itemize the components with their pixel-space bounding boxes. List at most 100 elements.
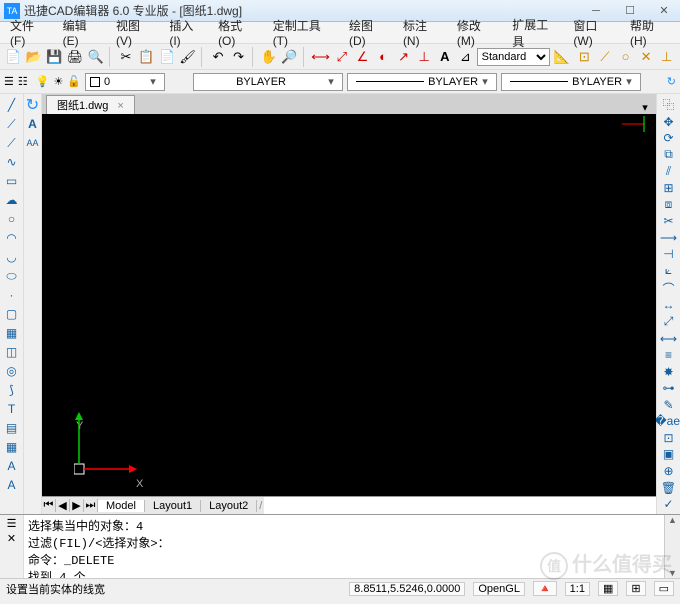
menu-item[interactable]: 标注(N) <box>397 15 449 50</box>
dim-radius-icon[interactable]: ◐ <box>374 47 393 67</box>
block-tool-icon[interactable]: ▣ <box>659 447 679 463</box>
pline2-tool-icon[interactable]: ⟆ <box>2 381 22 399</box>
save-icon[interactable]: 💾 <box>45 47 64 67</box>
menu-item[interactable]: 文件(F) <box>4 15 55 50</box>
lengthen-tool-icon[interactable]: ⟷ <box>659 331 679 347</box>
layer-dropdown[interactable]: 0 ▾ <box>85 73 165 91</box>
dot-tool-icon[interactable]: · <box>2 286 22 304</box>
table-tool-icon[interactable]: ▦ <box>2 438 22 456</box>
mtext-tool-icon[interactable]: T <box>2 400 22 418</box>
open-icon[interactable]: 📂 <box>25 47 44 67</box>
menu-item[interactable]: 修改(M) <box>451 15 504 50</box>
rect-tool-icon[interactable]: ▭ <box>2 172 22 190</box>
cmd-history-icon[interactable]: ☰ <box>7 517 17 530</box>
linetype-dropdown[interactable]: BYLAYER▾ <box>347 73 497 91</box>
dim-angular-icon[interactable]: ∠ <box>353 47 372 67</box>
menu-item[interactable]: 定制工具(T) <box>267 15 341 50</box>
donut-tool-icon[interactable]: ◎ <box>2 362 22 380</box>
lineweight-dropdown[interactable]: BYLAYER▾ <box>501 73 641 91</box>
move-tool-icon[interactable]: ✥ <box>659 114 679 130</box>
dim-edit-icon[interactable]: 📐 <box>552 47 571 67</box>
tab-menu-arrow[interactable]: ▾ <box>638 101 652 114</box>
undo-arrow-icon[interactable]: ↻ <box>23 96 43 114</box>
text-a-icon[interactable]: A <box>23 115 43 133</box>
xline-tool-icon[interactable]: ⟋ <box>2 115 22 133</box>
redo-icon[interactable]: ↷ <box>229 47 248 67</box>
command-line[interactable]: 选择集当中的对象：4 过滤(FIL)/<选择对象>： 命令：_DELETE 找到… <box>24 515 664 578</box>
offset-tool-icon[interactable]: ⫽ <box>659 164 679 180</box>
osnap-cen-icon[interactable]: ○ <box>616 47 635 67</box>
copy-icon[interactable]: 📋 <box>137 47 156 67</box>
menu-item[interactable]: 帮助(H) <box>624 15 676 50</box>
rect2-tool-icon[interactable]: ▢ <box>2 305 22 323</box>
cut-icon[interactable]: ✂ <box>117 47 136 67</box>
dim-ord-icon[interactable]: ⊥ <box>415 47 434 67</box>
layout-nav-first[interactable]: ⏮ <box>42 499 56 512</box>
status-toggle-1[interactable]: ▦ <box>598 581 618 596</box>
join-tool-icon[interactable]: ⊶ <box>659 380 679 396</box>
ellipse-tool-icon[interactable]: ⬭ <box>2 267 22 285</box>
dim-aligned-icon[interactable]: ⤢ <box>333 47 352 67</box>
revcloud-tool-icon[interactable]: ☁ <box>2 191 22 209</box>
lightbulb-icon[interactable]: 💡 <box>36 75 50 88</box>
osnap-int-icon[interactable]: ✕ <box>637 47 656 67</box>
osnap-perp-icon[interactable]: ⊥ <box>657 47 676 67</box>
menu-item[interactable]: 插入(I) <box>163 15 210 50</box>
align-tool-icon[interactable]: ≡ <box>659 347 679 363</box>
zoom-icon[interactable]: 🔎 <box>280 47 299 67</box>
dtext-tool-icon[interactable]: A <box>2 457 22 475</box>
circle-tool-icon[interactable]: ○ <box>2 210 22 228</box>
rotate-tool-icon[interactable]: ⟳ <box>659 131 679 147</box>
undo-icon[interactable]: ↶ <box>209 47 228 67</box>
layout-nav-last[interactable]: ⏭ <box>84 499 98 512</box>
break-tool-icon[interactable]: ⊣ <box>659 247 679 263</box>
fillet-tool-icon[interactable]: ⌒ <box>659 280 679 297</box>
mtext2-tool-icon[interactable]: A <box>2 476 22 494</box>
drawing-canvas[interactable]: Y X <box>42 114 656 496</box>
array-tool-icon[interactable]: ⊞ <box>659 180 679 196</box>
scale-tool-icon[interactable]: ⤢ <box>659 314 679 330</box>
audit-tool-icon[interactable]: ✓ <box>659 496 679 512</box>
scale-display[interactable]: 1:1 <box>565 582 590 596</box>
sun-icon[interactable]: ☀ <box>53 75 63 88</box>
arc-tool-icon[interactable]: ◠ <box>2 229 22 247</box>
menu-item[interactable]: 格式(O) <box>212 15 265 50</box>
paste-icon[interactable]: 📄 <box>158 47 177 67</box>
dim-linear-icon[interactable]: ⟷ <box>311 47 331 67</box>
preview-icon[interactable]: 🔍 <box>86 47 105 67</box>
copy-tool-icon[interactable]: ⿻ <box>659 96 679 113</box>
status-toggle-3[interactable]: ▭ <box>654 581 674 596</box>
dim-style-icon[interactable]: ⊿ <box>456 47 475 67</box>
refresh-icon[interactable]: ↻ <box>667 75 676 88</box>
osnap-end-icon[interactable]: ⊡ <box>575 47 594 67</box>
extend-tool-icon[interactable]: ⟶ <box>659 230 679 246</box>
spline-tool-icon[interactable]: ∿ <box>2 153 22 171</box>
style-dropdown[interactable]: Standard <box>477 48 551 66</box>
layout-tab[interactable]: Model <box>98 500 145 512</box>
region-tool-icon[interactable]: ◫ <box>2 343 22 361</box>
polyline-tool-icon[interactable]: ⟋ <box>2 134 22 152</box>
layout-nav-next[interactable]: ▶ <box>70 499 84 512</box>
chamfer-tool-icon[interactable]: ⟀ <box>659 263 679 279</box>
osnap-mid-icon[interactable]: ⟋ <box>596 47 615 67</box>
menu-item[interactable]: 视图(V) <box>110 15 161 50</box>
menu-item[interactable]: 窗口(W) <box>567 15 622 50</box>
layout-nav-prev[interactable]: ◀ <box>56 499 70 512</box>
tab-close-icon[interactable]: × <box>117 100 123 112</box>
xref-tool-icon[interactable]: ⧈ <box>659 197 679 213</box>
print-icon[interactable]: 🖨 <box>66 47 85 67</box>
group-tool-icon[interactable]: ⊡ <box>659 430 679 446</box>
stretch-tool-icon[interactable]: ↔ <box>659 298 679 314</box>
menu-item[interactable]: 绘图(D) <box>343 15 395 50</box>
menu-item[interactable]: 编辑(E) <box>57 15 108 50</box>
new-icon[interactable]: 📄 <box>4 47 23 67</box>
explode-tool-icon[interactable]: ✸ <box>659 364 679 380</box>
status-toggle-2[interactable]: ⊞ <box>626 581 645 596</box>
line-tool-icon[interactable]: ╱ <box>2 96 22 114</box>
text-style-icon[interactable]: A <box>435 47 454 67</box>
hatch-tool-icon[interactable]: ▦ <box>2 324 22 342</box>
pan-icon[interactable]: ✋ <box>260 47 279 67</box>
color-dropdown[interactable]: BYLAYER▾ <box>193 73 343 91</box>
layout-tab[interactable]: Layout1 <box>145 500 201 512</box>
annotation-scale-icon[interactable]: 🔺 <box>533 581 557 596</box>
